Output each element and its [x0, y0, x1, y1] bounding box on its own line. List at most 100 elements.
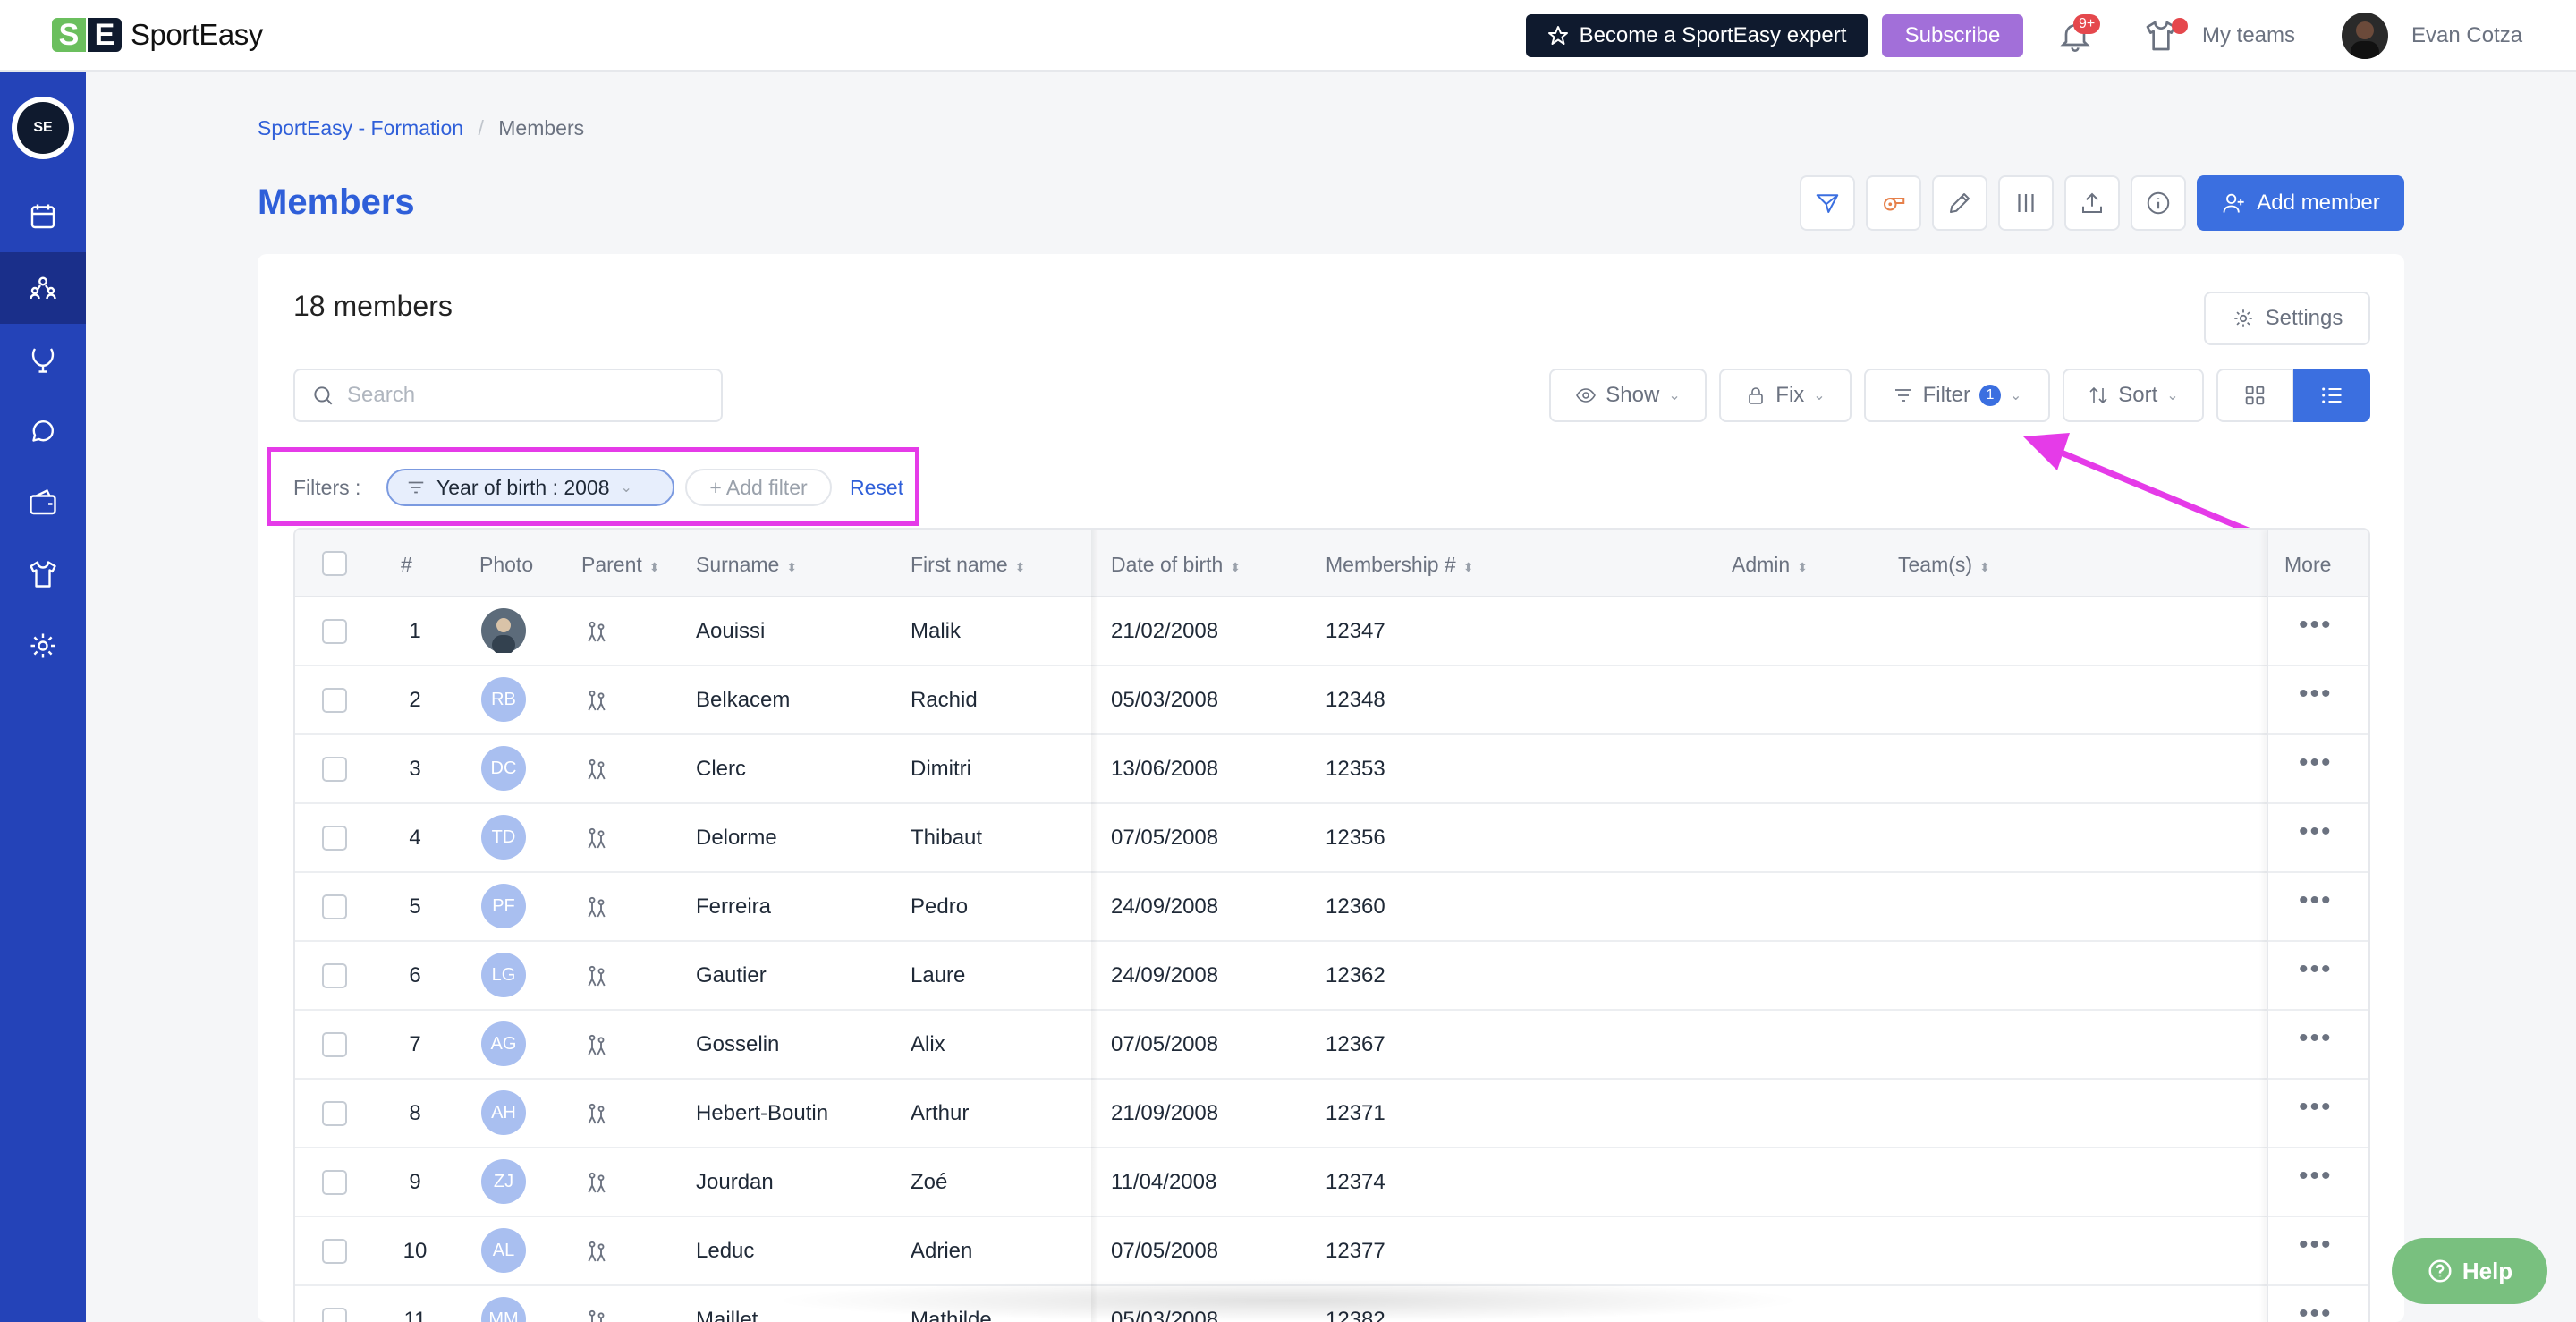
- cell-firstname: Malik: [911, 619, 962, 643]
- row-checkbox[interactable]: [322, 757, 347, 782]
- subscribe-button[interactable]: Subscribe: [1882, 14, 2023, 57]
- avatar[interactable]: DC: [481, 746, 526, 791]
- avatar[interactable]: PF: [481, 884, 526, 928]
- settings-button[interactable]: Settings: [2204, 292, 2370, 345]
- row-checkbox[interactable]: [322, 1239, 347, 1264]
- user-avatar[interactable]: [2342, 13, 2388, 59]
- my-teams-link[interactable]: My teams: [2202, 23, 2295, 48]
- row-checkbox[interactable]: [322, 826, 347, 851]
- row-checkbox[interactable]: [322, 894, 347, 919]
- cell-firstname: Arthur: [911, 1101, 970, 1125]
- user-name[interactable]: Evan Cotza: [2411, 23, 2522, 48]
- breadcrumb-parent-link[interactable]: SportEasy - Formation: [258, 116, 463, 140]
- parent-icon[interactable]: [583, 1239, 610, 1266]
- parent-icon[interactable]: [583, 757, 610, 784]
- show-button[interactable]: Show ⌄: [1549, 369, 1707, 422]
- cell-dob: 07/05/2008: [1111, 826, 1219, 850]
- club-logo[interactable]: SE: [12, 97, 74, 159]
- parent-icon[interactable]: [583, 894, 610, 921]
- avatar[interactable]: RB: [481, 677, 526, 722]
- table-row[interactable]: 2 Belkacem Rachid 05/03/2008 12348 RB •••: [295, 666, 2368, 735]
- avatar[interactable]: MM: [481, 1297, 526, 1322]
- table-row[interactable]: 3 Clerc Dimitri 13/06/2008 12353 DC •••: [295, 735, 2368, 804]
- sidebar-item-calendar[interactable]: [0, 181, 86, 252]
- col-admin[interactable]: Admin ⬍: [1732, 553, 1808, 577]
- row-checkbox[interactable]: [322, 619, 347, 644]
- table-row[interactable]: 8 Hebert-Boutin Arthur 21/09/2008 12371 AH •••: [295, 1080, 2368, 1148]
- search-box[interactable]: [293, 369, 723, 422]
- table-row[interactable]: 9 Jourdan Zoé 11/04/2008 12374 ZJ •••: [295, 1148, 2368, 1217]
- avatar[interactable]: TD: [481, 815, 526, 860]
- info-button[interactable]: [2131, 175, 2186, 231]
- table-row[interactable]: 7 Gosselin Alix 07/05/2008 12367 AG •••: [295, 1011, 2368, 1080]
- col-membership-label: Membership #: [1326, 553, 1456, 576]
- become-expert-button[interactable]: Become a SportEasy expert: [1526, 14, 1868, 57]
- table-row[interactable]: 10 Leduc Adrien 07/05/2008 12377 AL •••: [295, 1217, 2368, 1286]
- list-view-button[interactable]: [2293, 369, 2370, 422]
- row-checkbox[interactable]: [322, 688, 347, 713]
- reset-filters-link[interactable]: Reset: [850, 476, 903, 500]
- select-all-checkbox[interactable]: [322, 551, 347, 576]
- table-row[interactable]: 1 Aouissi Malik 21/02/2008 12347 •••: [295, 597, 2368, 666]
- breadcrumb: SportEasy - Formation / Members: [258, 116, 584, 140]
- sidebar-item-wallet[interactable]: [0, 467, 86, 538]
- members-card: 18 members Settings Show ⌄ Fix ⌄ Filter …: [258, 254, 2404, 1322]
- cell-num: 1: [409, 619, 421, 643]
- avatar[interactable]: LG: [481, 953, 526, 997]
- table-row[interactable]: 6 Gautier Laure 24/09/2008 12362 LG •••: [295, 942, 2368, 1011]
- subscribe-label: Subscribe: [1904, 23, 2001, 47]
- row-checkbox[interactable]: [322, 963, 347, 988]
- row-checkbox[interactable]: [322, 1308, 347, 1322]
- send-button[interactable]: [1800, 175, 1855, 231]
- sidebar-item-trophy[interactable]: [0, 324, 86, 395]
- avatar[interactable]: AG: [481, 1021, 526, 1066]
- parent-icon[interactable]: [583, 826, 610, 852]
- sidebar-item-settings[interactable]: [0, 610, 86, 682]
- grid-view-button[interactable]: [2216, 369, 2293, 422]
- col-dob[interactable]: Date of birth ⬍: [1111, 553, 1241, 577]
- parent-icon[interactable]: [583, 1032, 610, 1059]
- row-checkbox[interactable]: [322, 1170, 347, 1195]
- whistle-button[interactable]: [1866, 175, 1921, 231]
- sporteasy-logo[interactable]: SE SportEasy: [52, 18, 263, 52]
- year-of-birth-filter-chip[interactable]: Year of birth : 2008 ⌄: [386, 469, 674, 506]
- add-user-icon: [2223, 193, 2244, 213]
- row-checkbox[interactable]: [322, 1032, 347, 1057]
- row-checkbox[interactable]: [322, 1101, 347, 1126]
- sort-button[interactable]: Sort ⌄: [2063, 369, 2204, 422]
- col-teams[interactable]: Team(s) ⬍: [1898, 553, 1990, 577]
- col-firstname[interactable]: First name ⬍: [911, 553, 1025, 577]
- table-row[interactable]: 5 Ferreira Pedro 24/09/2008 12360 PF •••: [295, 873, 2368, 942]
- add-member-button[interactable]: Add member: [2197, 175, 2404, 231]
- cell-surname: Gosselin: [696, 1032, 780, 1056]
- sidebar-item-members[interactable]: [0, 252, 86, 324]
- avatar[interactable]: AL: [481, 1228, 526, 1273]
- export-button[interactable]: [2064, 175, 2120, 231]
- col-membership[interactable]: Membership # ⬍: [1326, 553, 1473, 577]
- parent-icon[interactable]: [583, 619, 610, 646]
- col-surname[interactable]: Surname ⬍: [696, 553, 797, 577]
- cell-num: 11: [403, 1308, 427, 1322]
- cell-num: 5: [409, 894, 421, 919]
- cell-membership: 12348: [1326, 688, 1385, 712]
- parent-icon[interactable]: [583, 1170, 610, 1197]
- cell-dob: 21/09/2008: [1111, 1101, 1219, 1125]
- fix-button[interactable]: Fix ⌄: [1719, 369, 1852, 422]
- parent-icon[interactable]: [583, 688, 610, 715]
- add-filter-button[interactable]: + Add filter: [685, 469, 832, 506]
- avatar[interactable]: [481, 608, 526, 653]
- table-row[interactable]: 4 Delorme Thibaut 07/05/2008 12356 TD •••: [295, 804, 2368, 873]
- search-input[interactable]: [347, 383, 705, 408]
- parent-icon[interactable]: [583, 963, 610, 990]
- avatar[interactable]: AH: [481, 1090, 526, 1135]
- edit-button[interactable]: [1932, 175, 1987, 231]
- help-button[interactable]: Help: [2392, 1238, 2547, 1304]
- columns-button[interactable]: [1998, 175, 2054, 231]
- sidebar-item-chat[interactable]: [0, 395, 86, 467]
- col-parent[interactable]: Parent ⬍: [581, 553, 660, 577]
- parent-icon[interactable]: [583, 1308, 610, 1322]
- filter-button[interactable]: Filter 1 ⌄: [1864, 369, 2050, 422]
- sidebar-item-jersey[interactable]: [0, 538, 86, 610]
- avatar[interactable]: ZJ: [481, 1159, 526, 1204]
- parent-icon[interactable]: [583, 1101, 610, 1128]
